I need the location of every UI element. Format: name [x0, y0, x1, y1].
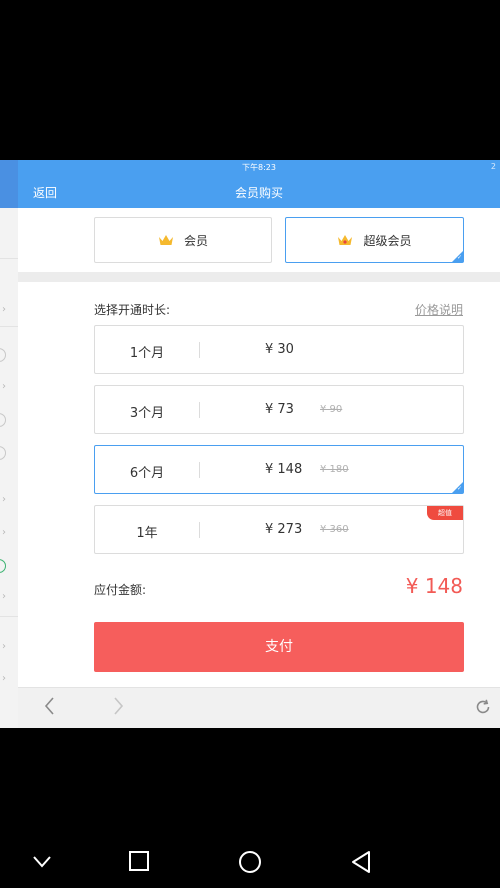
chevron-right-icon: › — [2, 641, 6, 652]
chevron-right-icon: › — [2, 304, 6, 315]
plan-original-price: ¥ 180 — [320, 464, 349, 475]
tier-super-member-label: 超级会员 — [363, 234, 412, 248]
chevron-right-icon: › — [2, 494, 6, 505]
plan-option-1-month[interactable]: 1个月 ¥ 30 — [94, 325, 464, 374]
plan-price: ¥ 273 — [265, 522, 303, 537]
browser-toolbar — [18, 687, 500, 728]
radio-icon — [0, 559, 6, 573]
background-app-sidebar: › › › › › › › — [0, 160, 18, 728]
plan-price: ¥ 30 — [265, 342, 294, 357]
section-divider — [18, 272, 500, 282]
chevron-right-icon: › — [2, 527, 6, 538]
refresh-icon[interactable] — [474, 698, 492, 720]
radio-icon — [0, 413, 6, 427]
header-bar: 下午8:23 2 返回 会员购买 — [18, 160, 500, 208]
plan-price: ¥ 148 — [265, 462, 303, 477]
android-nav-bar — [0, 838, 500, 888]
plan-option-6-months[interactable]: 6个月 ¥ 148 ¥ 180 ✓ — [94, 445, 464, 494]
chevron-right-icon: › — [2, 381, 6, 392]
radio-icon — [0, 348, 6, 362]
page-title: 会员购买 — [234, 186, 283, 200]
plan-name: 6个月 — [129, 466, 165, 481]
check-icon: ✓ — [456, 254, 462, 261]
crown-icon — [158, 235, 173, 245]
plan-name: 1个月 — [129, 346, 165, 361]
tier-member-label: 会员 — [183, 234, 208, 248]
plan-separator — [199, 342, 200, 358]
back-arrow-icon[interactable] — [44, 696, 56, 720]
status-edge-text: 2 — [490, 162, 496, 171]
background-app-header — [0, 160, 18, 208]
plan-price: ¥ 73 — [265, 402, 294, 417]
plan-separator — [199, 522, 200, 538]
tier-super-member[interactable]: 超级会员 ✓ — [285, 217, 464, 263]
pay-button[interactable]: 支付 — [94, 622, 464, 672]
chevron-right-icon: › — [2, 673, 6, 684]
check-icon: ✓ — [456, 485, 462, 492]
chevron-right-icon: › — [2, 591, 6, 602]
plan-original-price: ¥ 360 — [320, 524, 349, 535]
back-triangle-icon[interactable] — [350, 850, 372, 878]
crown-icon — [338, 235, 353, 245]
recents-square-icon[interactable] — [128, 850, 150, 876]
plan-name: 1年 — [136, 526, 158, 541]
duration-label: 选择开通时长: — [94, 303, 171, 317]
plan-name: 3个月 — [129, 406, 165, 421]
amount-due-value: ¥ 148 — [405, 574, 463, 598]
plan-option-1-year[interactable]: 1年 ¥ 273 ¥ 360 超值 — [94, 505, 464, 554]
tier-member[interactable]: 会员 — [94, 217, 272, 263]
amount-due-label: 应付金额: — [94, 583, 147, 597]
screen: › › › › › › › 下午8:23 2 返回 会员购买 会员 超级会员 ✓… — [0, 0, 500, 888]
home-circle-icon[interactable] — [238, 850, 262, 878]
membership-purchase-panel: 下午8:23 2 返回 会员购买 会员 超级会员 ✓ 选择开通时长: 价格说明 … — [18, 160, 500, 728]
forward-arrow-icon[interactable] — [112, 696, 124, 720]
plan-original-price: ¥ 90 — [320, 404, 343, 415]
price-info-link[interactable]: 价格说明 — [415, 301, 463, 318]
value-badge: 超值 — [427, 506, 463, 520]
status-time: 下午8:23 — [242, 163, 276, 172]
plan-option-3-months[interactable]: 3个月 ¥ 73 ¥ 90 — [94, 385, 464, 434]
chevron-down-icon[interactable] — [32, 854, 52, 873]
radio-icon — [0, 446, 6, 460]
plan-separator — [199, 462, 200, 478]
plan-separator — [199, 402, 200, 418]
